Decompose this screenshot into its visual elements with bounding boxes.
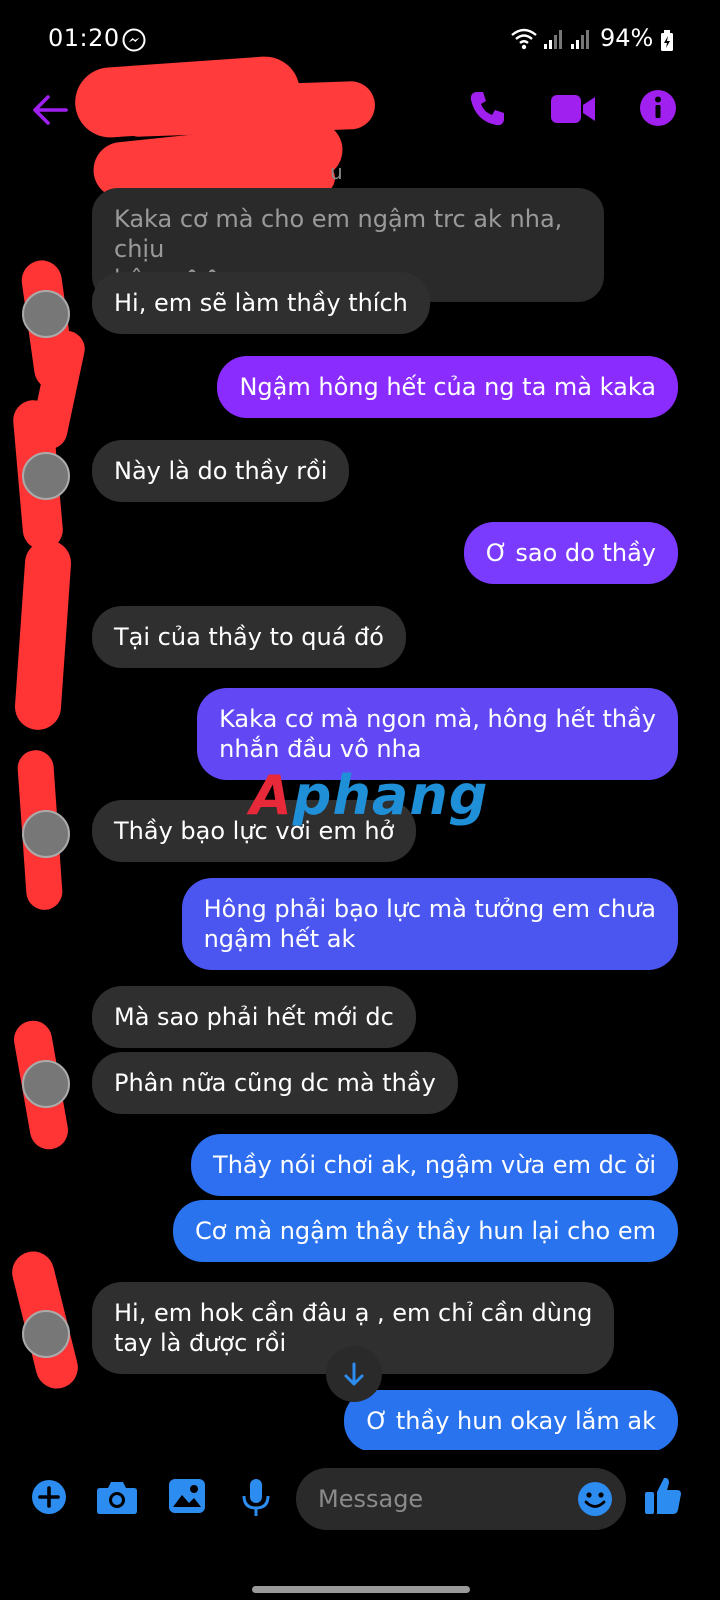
incoming-message[interactable]: Hi, em sẽ làm thầy thích bbox=[92, 272, 430, 334]
gallery-icon[interactable] bbox=[168, 1478, 206, 1514]
video-camera-icon[interactable] bbox=[550, 92, 596, 126]
signal-icon bbox=[544, 30, 562, 49]
wifi-icon bbox=[511, 28, 537, 50]
outgoing-message[interactable]: Cơ mà ngậm thầy thầy hun lại cho em bbox=[172, 1200, 678, 1262]
chat-header bbox=[0, 54, 720, 201]
outgoing-message[interactable]: Thầy nói chơi ak, ngậm vừa em dc ời bbox=[191, 1134, 678, 1196]
phone-icon[interactable] bbox=[468, 88, 508, 128]
camera-icon[interactable] bbox=[96, 1478, 138, 1516]
scroll-to-bottom-button[interactable] bbox=[326, 1346, 382, 1402]
arrow-left-icon[interactable] bbox=[30, 90, 70, 130]
status-time: 01:20 bbox=[48, 24, 120, 52]
battery-level: 94% bbox=[600, 24, 654, 52]
avatar[interactable] bbox=[22, 1310, 70, 1358]
avatar[interactable] bbox=[22, 810, 70, 858]
plus-icon[interactable] bbox=[30, 1478, 68, 1516]
watermark: Aphang bbox=[250, 764, 489, 827]
outgoing-message[interactable]: Hông phải bạo lực mà tưởng em chưa ngậm … bbox=[181, 878, 678, 970]
thumbs-up-icon[interactable] bbox=[644, 1474, 682, 1516]
avatar[interactable] bbox=[22, 452, 70, 500]
arrow-down-icon bbox=[344, 1362, 364, 1386]
signal-icon bbox=[571, 30, 589, 49]
emoji-icon[interactable] bbox=[576, 1480, 614, 1518]
info-icon[interactable] bbox=[638, 88, 678, 128]
messenger-notification-icon bbox=[122, 28, 146, 52]
home-indicator[interactable] bbox=[252, 1586, 470, 1593]
redaction-mark bbox=[13, 538, 73, 732]
outgoing-message[interactable]: Ngậm hông hết của ng ta mà kaka bbox=[217, 356, 678, 418]
message-list[interactable]: u Kaka cơ mà cho em ngậm trc ak nha, chị… bbox=[0, 160, 720, 1450]
outgoing-message[interactable]: Ơ thầy hun okay lắm ak bbox=[344, 1390, 678, 1450]
microphone-icon[interactable] bbox=[240, 1478, 272, 1518]
incoming-message[interactable]: Phân nữa cũng dc mà thầy bbox=[92, 1052, 458, 1114]
avatar[interactable] bbox=[22, 290, 70, 338]
composer-bar bbox=[0, 1450, 720, 1550]
outgoing-message[interactable]: Ơ sao do thầy bbox=[463, 522, 678, 584]
battery-icon bbox=[661, 30, 673, 51]
incoming-message[interactable]: Tại của thầy to quá đó bbox=[92, 606, 406, 668]
reply-preview-label: u bbox=[330, 160, 343, 184]
incoming-message[interactable]: Mà sao phải hết mới dc bbox=[92, 986, 416, 1048]
incoming-message[interactable]: Này là do thầy rồi bbox=[92, 440, 350, 502]
avatar[interactable] bbox=[22, 1060, 70, 1108]
